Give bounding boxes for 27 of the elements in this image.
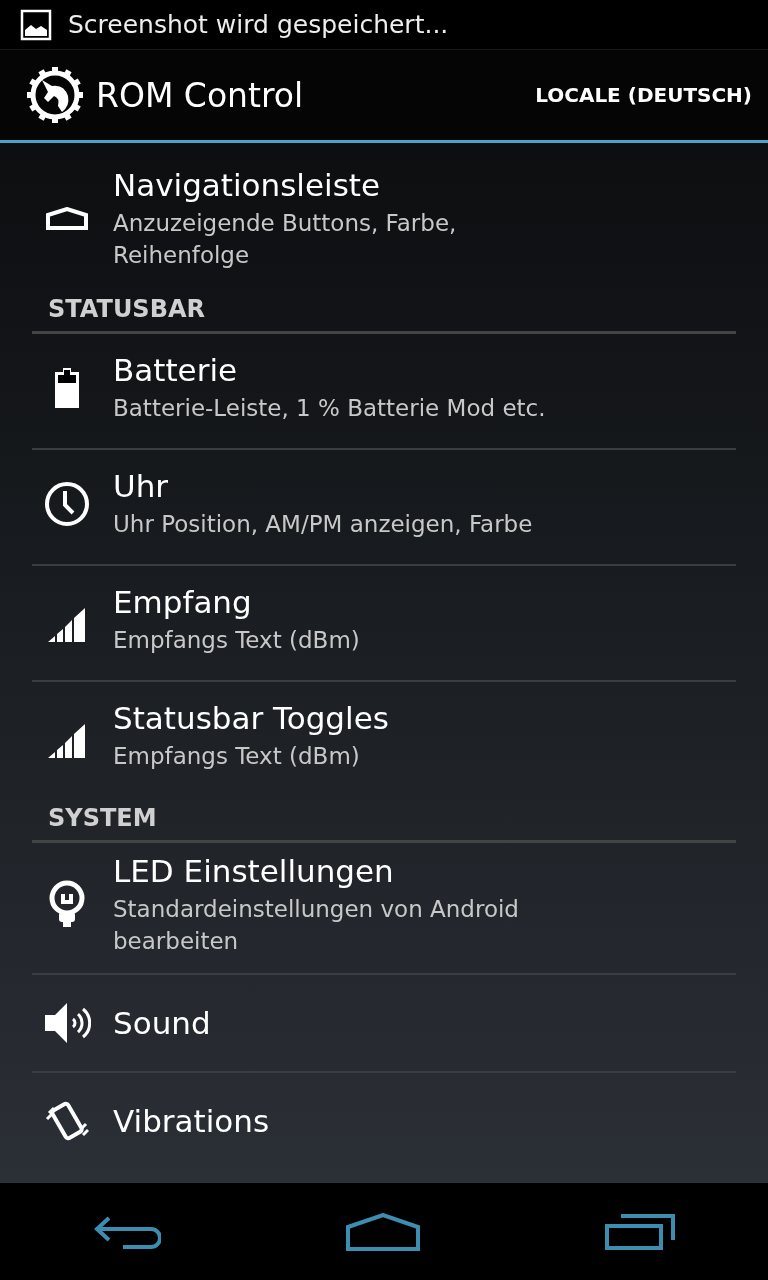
home-outline-icon	[44, 207, 89, 231]
item-title[interactable]: Uhr	[113, 468, 533, 504]
item-summary: Standardeinstellungen von Android bearbeiten	[113, 895, 520, 956]
item-title[interactable]: Vibrations	[113, 1103, 270, 1139]
item-summary: Batterie-Leiste, 1 % Batterie Mod etc.	[113, 394, 546, 423]
item-title[interactable]: LED Einstellungen	[113, 853, 583, 889]
item-title[interactable]: Statusbar Toggles	[113, 700, 389, 736]
item-summary: Uhr Position, AM/PM anzeigen, Farbe	[113, 510, 533, 539]
section-header: STATUSBAR	[48, 295, 205, 323]
item-title[interactable]: Navigationsleiste	[113, 167, 583, 203]
vibrating-phone-icon	[44, 1099, 89, 1143]
locale-button[interactable]: LOCALE (DEUTSCH)	[535, 75, 752, 115]
battery-icon	[54, 368, 79, 408]
item-title[interactable]: Batterie	[113, 352, 546, 388]
item-title[interactable]: Sound	[113, 1005, 211, 1041]
stacked-rectangles-icon	[605, 1213, 676, 1250]
clock-icon	[43, 481, 90, 527]
home-outline-icon	[346, 1212, 420, 1251]
item-summary: Empfangs Text (dBm)	[113, 626, 360, 655]
app-title: ROM Control	[96, 75, 305, 115]
item-title[interactable]: Empfang	[113, 584, 360, 620]
image-icon	[20, 8, 52, 41]
section-header: SYSTEM	[48, 804, 157, 832]
item-summary: Anzuzeigende Buttons, Farbe, Reihenfolge	[113, 209, 458, 270]
item-summary: Empfangs Text (dBm)	[113, 742, 361, 771]
notification-text: Screenshot wird gespeichert...	[68, 10, 449, 39]
horse-gear-logo-icon	[26, 66, 84, 124]
